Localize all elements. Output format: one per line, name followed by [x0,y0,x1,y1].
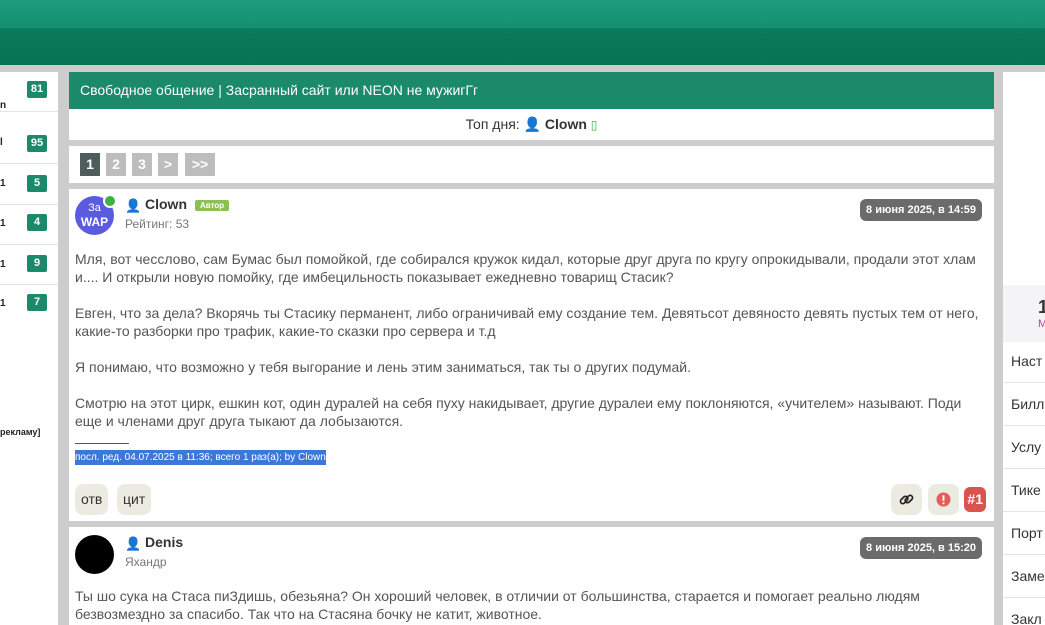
post-username[interactable]: Clown [145,196,187,212]
post-paragraph: Евген, что за дела? Вкорячь ты Стасику п… [75,305,979,339]
right-sidebar: 1 M Наст Билл Услу Тике Порт Заме Закл [1003,72,1045,625]
sidebar-item[interactable]: l 95 [0,112,58,164]
menu-item[interactable]: Тике [1011,482,1041,498]
post-paragraph: Мля, вот чесслово, сам Бумас был помойко… [75,251,976,285]
user-icon: 👤 [125,536,142,551]
reply-button[interactable]: отв [75,484,109,515]
next-page[interactable]: > [158,153,178,176]
sidebar-item[interactable]: n 81 [0,72,58,112]
divider [75,443,129,444]
user-icon: 👤 [125,198,142,213]
count-badge: 5 [27,175,47,192]
last-page[interactable]: >> [185,153,215,176]
author-badge: Автор [195,200,230,211]
divider [1003,425,1045,426]
topic-title: Свободное общение | Засранный сайт или N… [69,72,994,109]
sidebar-item[interactable]: 1 5 [0,164,58,205]
ad-link[interactable]: рекламу] [0,427,40,437]
menu-item[interactable]: Порт [1011,525,1043,541]
account-count: 1 [1038,297,1045,317]
edit-note: посл. ред. 04.07.2025 в 11:36; всего 1 р… [75,450,326,465]
post-paragraph: Я понимаю, что возможно у тебя выгорание… [75,359,692,375]
count-badge: 81 [27,81,47,98]
divider [1003,554,1045,555]
post-date: 8 июня 2025, в 15:20 [860,537,982,559]
top-day-user-link[interactable]: Clown [545,116,587,132]
menu-item[interactable]: Услу [1011,439,1041,455]
post-number[interactable]: #1 [964,487,986,512]
top-header-bar [0,0,1045,65]
user-icon: 👤 [523,116,542,132]
quote-button[interactable]: цит [117,484,152,515]
user-rank: Яхандр [125,555,167,569]
divider [1003,511,1045,512]
count-badge: 4 [27,214,47,231]
sidebar-item[interactable]: 1 7 [0,285,58,323]
alert-icon [936,492,951,507]
report-button[interactable] [928,484,959,515]
divider [1003,382,1045,383]
divider [1003,597,1045,598]
post: За WAP 👤 Clown Автор Рейтинг: 53 8 июня … [69,189,994,521]
menu-item[interactable]: Заме [1011,568,1045,584]
user-rank: Рейтинг: 53 [125,217,190,231]
count-badge: 9 [27,255,47,272]
account-count-sub: M [1038,318,1045,330]
post-paragraph: Ты шо сука на Стаса пиЗдишь, обезьяна? О… [75,588,920,622]
post-username[interactable]: Denis [145,534,183,550]
link-icon [899,494,914,505]
top-day: Топ дня: 👤 Clown ▯ [69,109,994,140]
page-1[interactable]: 1 [80,153,100,176]
divider [1003,468,1045,469]
menu-item[interactable]: Билл [1011,396,1044,412]
mobile-icon: ▯ [590,118,598,132]
page-2[interactable]: 2 [106,153,126,176]
count-badge: 95 [27,135,47,152]
post-date: 8 июня 2025, в 14:59 [860,199,982,221]
pagination: 1 2 3 > >> [69,146,994,183]
page-3[interactable]: 3 [132,153,152,176]
top-day-label: Топ дня: [465,116,520,132]
count-badge: 7 [27,294,47,311]
post: 👤 Denis Яхандр 8 июня 2025, в 15:20 Ты ш… [69,527,994,625]
online-indicator [103,194,117,208]
avatar[interactable] [75,535,114,574]
menu-item[interactable]: Наст [1011,353,1042,369]
post-paragraph: Смотрю на этот цирк, ешкин кот, один дур… [75,395,962,429]
sidebar-item[interactable]: 1 4 [0,205,58,245]
menu-item[interactable]: Закл [1011,611,1042,625]
link-button[interactable] [891,484,922,515]
sidebar-item[interactable]: 1 9 [0,245,58,285]
left-sidebar: n 81 l 95 1 5 1 4 1 9 1 7 рекламу] [0,72,58,625]
